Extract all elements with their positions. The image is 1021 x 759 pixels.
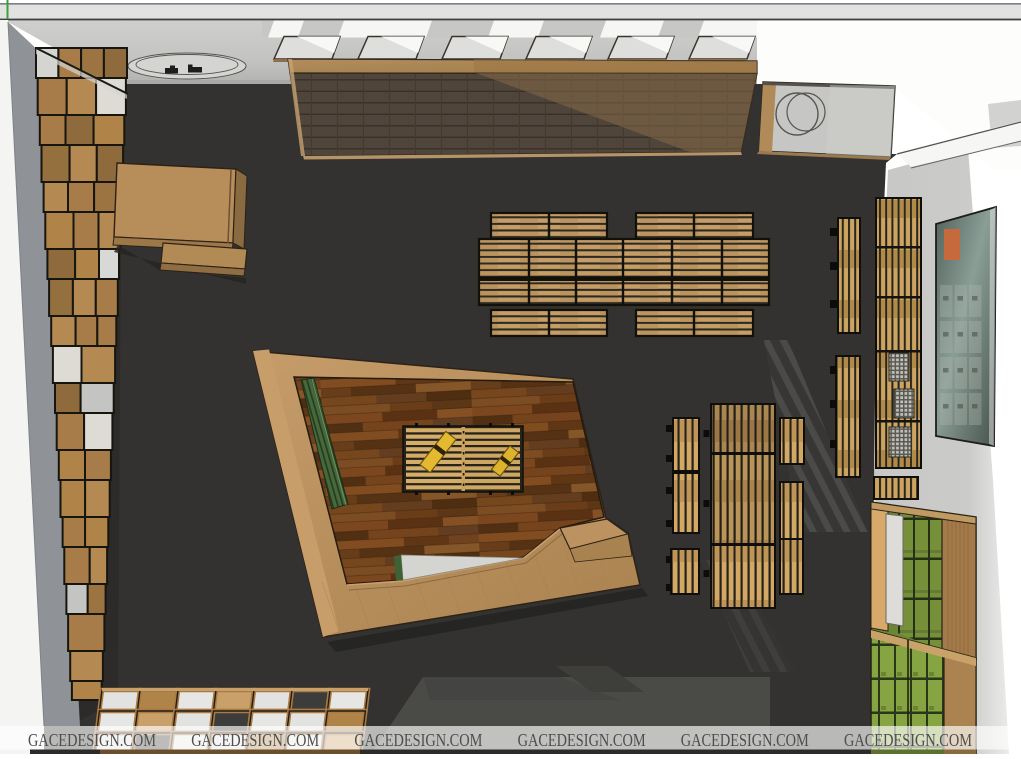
- svg-text:GACEDESIGN.COM: GACEDESIGN.COM: [518, 730, 646, 750]
- svg-text:GACEDESIGN.COM: GACEDESIGN.COM: [354, 730, 482, 750]
- svg-text:GACEDESIGN.COM: GACEDESIGN.COM: [681, 730, 809, 750]
- svg-text:GACEDESIGN.COM: GACEDESIGN.COM: [844, 730, 972, 750]
- svg-text:GACEDESIGN.COM: GACEDESIGN.COM: [191, 730, 319, 750]
- svg-text:GACEDESIGN.COM: GACEDESIGN.COM: [28, 730, 156, 750]
